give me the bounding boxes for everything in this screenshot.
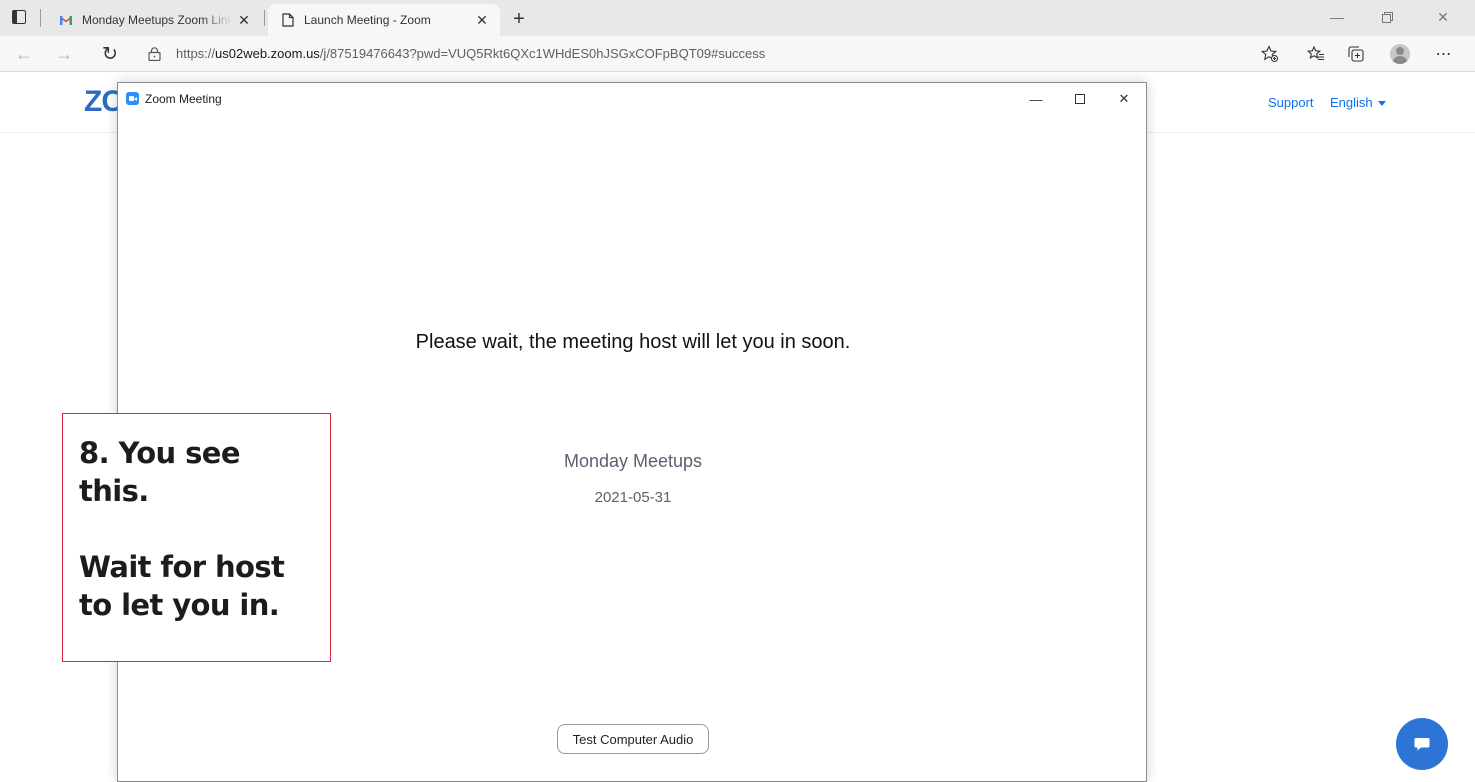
new-tab-button[interactable]: + <box>506 6 532 32</box>
annotation-line: 8. You see <box>79 436 241 470</box>
tab-actions-icon[interactable] <box>12 10 26 24</box>
tab-title: Launch Meeting - Zoom <box>304 13 431 27</box>
support-link[interactable]: Support <box>1268 95 1314 110</box>
instruction-annotation: 8. You see this. Wait for host to let yo… <box>62 413 331 662</box>
site-info-icon[interactable] <box>148 47 161 61</box>
more-options-icon[interactable]: ⋯ <box>1430 41 1458 67</box>
zoom-minimize-button[interactable]: — <box>1014 85 1058 113</box>
url-host: us02web.zoom.us <box>215 46 320 61</box>
gmail-icon <box>58 12 74 28</box>
collections-icon[interactable] <box>1342 41 1370 67</box>
close-icon[interactable]: ✕ <box>470 8 494 32</box>
tab-divider <box>264 10 265 26</box>
favorites-icon[interactable] <box>1302 41 1330 67</box>
close-window-button[interactable]: ✕ <box>1420 0 1466 34</box>
test-computer-audio-button[interactable]: Test Computer Audio <box>557 724 709 754</box>
address-bar-url[interactable]: https://us02web.zoom.us/j/87519476643?pw… <box>176 46 765 61</box>
chat-icon <box>1414 738 1430 751</box>
page-icon <box>280 12 296 28</box>
zoom-app-icon <box>126 92 139 105</box>
language-label: English <box>1330 95 1373 110</box>
tab-title: Monday Meetups Zoom Link - cl <box>82 13 232 27</box>
chat-widget-button[interactable] <box>1396 718 1448 770</box>
add-favorite-star-icon[interactable] <box>1256 41 1284 67</box>
annotation-line: this. <box>79 474 149 508</box>
browser-tab-strip: Monday Meetups Zoom Link - cl ✕ Launch M… <box>0 0 1475 36</box>
back-button[interactable]: ← <box>10 40 38 68</box>
annotation-line: Wait for host <box>79 550 285 584</box>
url-path: /j/87519476643?pwd=VUQ5Rkt6QXc1WHdES0hJS… <box>319 46 766 61</box>
browser-toolbar: ← → ↻ https://us02web.zoom.us/j/87519476… <box>0 36 1475 72</box>
reload-button[interactable]: ↻ <box>96 40 124 68</box>
tab-gmail[interactable]: Monday Meetups Zoom Link - cl ✕ <box>46 4 262 36</box>
zoom-window-titlebar[interactable]: Zoom Meeting — ✕ <box>118 83 1146 115</box>
tab-strip-separator <box>40 9 41 27</box>
minimize-window-button[interactable]: — <box>1314 0 1360 34</box>
zoom-window-title: Zoom Meeting <box>145 92 222 106</box>
zoom-maximize-button[interactable] <box>1058 85 1102 113</box>
restore-window-button[interactable] <box>1364 0 1410 34</box>
url-prefix: https:// <box>176 46 216 61</box>
annotation-line: to let you in. <box>79 588 280 622</box>
waiting-room-message: Please wait, the meeting host will let y… <box>415 331 851 353</box>
maximize-icon <box>1075 94 1085 104</box>
zoom-close-button[interactable]: ✕ <box>1102 85 1146 113</box>
forward-button[interactable]: → <box>50 40 78 68</box>
tab-launch-meeting[interactable]: Launch Meeting - Zoom ✕ <box>268 4 500 36</box>
language-selector[interactable]: English <box>1330 95 1386 110</box>
restore-icon <box>1381 11 1393 23</box>
caret-down-icon <box>1377 101 1386 107</box>
profile-avatar[interactable] <box>1390 44 1410 64</box>
close-icon[interactable]: ✕ <box>232 8 256 32</box>
